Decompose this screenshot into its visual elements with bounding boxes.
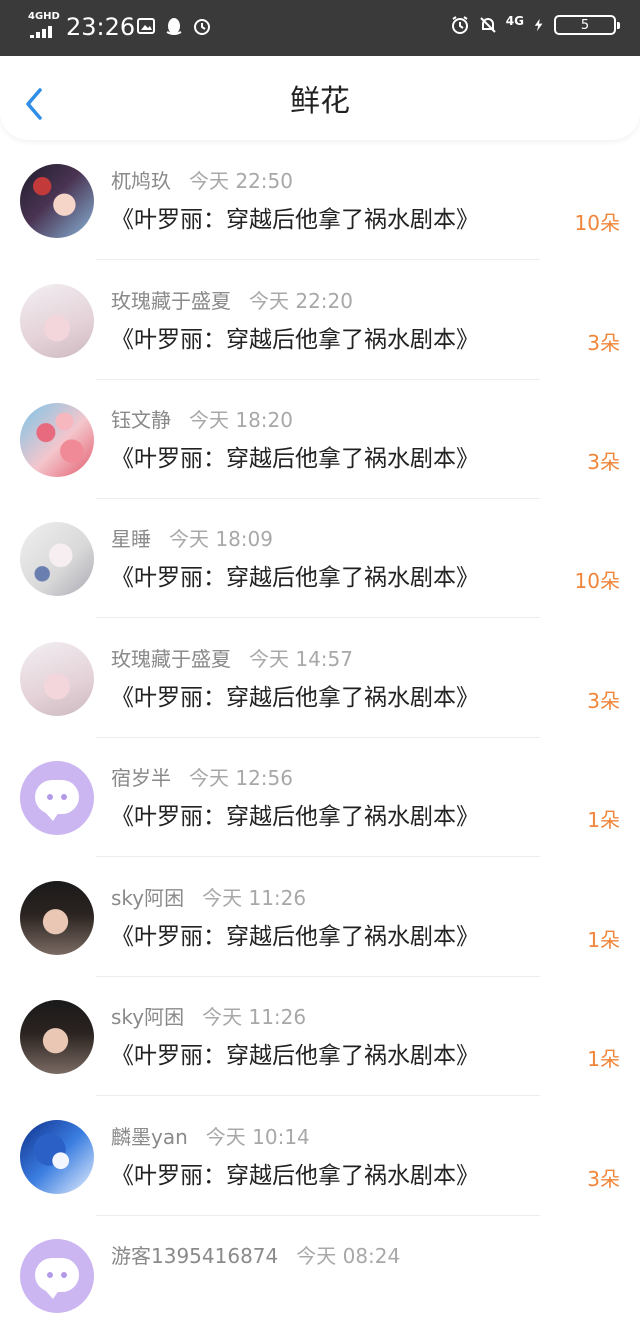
- sender-line: 宿岁半 今天 12:56: [111, 765, 293, 791]
- flower-count: 1朵: [587, 808, 620, 832]
- list-item[interactable]: 钰文静 今天 18:20 《叶罗丽：穿越后他拿了祸水剧本》 3朵: [0, 379, 640, 499]
- sent-time: 今天 18:20: [189, 408, 293, 432]
- list-item[interactable]: sky阿困 今天 11:26 《叶罗丽：穿越后他拿了祸水剧本》 1朵: [0, 976, 640, 1096]
- mobile-network-label: 4G: [505, 14, 524, 28]
- sent-time: 今天 12:56: [189, 766, 293, 790]
- avatar[interactable]: [20, 881, 94, 955]
- sender-name: 玫瑰藏于盛夏: [111, 289, 231, 313]
- alarm-clock-icon: [194, 19, 210, 35]
- list-item[interactable]: 麟墨yan 今天 10:14 《叶罗丽：穿越后他拿了祸水剧本》 3朵: [0, 1096, 640, 1216]
- sender-name: 玫瑰藏于盛夏: [111, 647, 231, 671]
- sender-name: 游客1395416874: [111, 1244, 279, 1268]
- sender-line: 玫瑰藏于盛夏 今天 14:57: [111, 646, 353, 672]
- list-item[interactable]: sky阿困 今天 11:26 《叶罗丽：穿越后他拿了祸水剧本》 1朵: [0, 857, 640, 977]
- list-item[interactable]: 宿岁半 今天 12:56 《叶罗丽：穿越后他拿了祸水剧本》 1朵: [0, 737, 640, 857]
- status-time: 23:26: [66, 13, 136, 41]
- book-title: 《叶罗丽：穿越后他拿了祸水剧本》: [111, 685, 479, 711]
- flower-count: 3朵: [587, 1167, 620, 1191]
- qq-penguin-icon: [166, 18, 182, 35]
- sender-line: 星睡 今天 18:09: [111, 526, 273, 552]
- avatar[interactable]: [20, 1120, 94, 1194]
- status-bar: 4GHD 23:26 4G 5: [0, 0, 640, 56]
- avatar[interactable]: [20, 1000, 94, 1074]
- sender-name: 麟墨yan: [111, 1125, 188, 1149]
- sender-name: 宿岁半: [111, 766, 171, 790]
- book-title: 《叶罗丽：穿越后他拿了祸水剧本》: [111, 924, 479, 950]
- signal-strength-icon: [30, 26, 52, 38]
- flower-count: 3朵: [587, 450, 620, 474]
- sender-name: sky阿困: [111, 886, 185, 910]
- status-notification-icons: [136, 16, 212, 36]
- sent-time: 今天 22:50: [189, 169, 293, 193]
- mute-bell-icon: [480, 17, 496, 33]
- list-item[interactable]: 杌鸠玖 今天 22:50 《叶罗丽：穿越后他拿了祸水剧本》 10朵: [0, 140, 640, 260]
- avatar[interactable]: [20, 642, 94, 716]
- sender-line: sky阿困 今天 11:26: [111, 1004, 306, 1030]
- list-item[interactable]: 星睡 今天 18:09 《叶罗丽：穿越后他拿了祸水剧本》 10朵: [0, 498, 640, 618]
- page-title: 鲜花: [290, 84, 350, 119]
- sender-line: sky阿困 今天 11:26: [111, 885, 306, 911]
- flower-count: 10朵: [574, 211, 620, 235]
- sender-line: 玫瑰藏于盛夏 今天 22:20: [111, 288, 353, 314]
- status-right-icons: 4G 5: [450, 14, 620, 35]
- battery-icon: 5: [554, 15, 620, 35]
- sender-name: 杌鸠玖: [111, 169, 171, 193]
- default-avatar-chat-icon: [35, 780, 79, 821]
- sender-line: 游客1395416874 今天 08:24: [111, 1243, 400, 1269]
- flower-count: 1朵: [587, 928, 620, 952]
- book-title: 《叶罗丽：穿越后他拿了祸水剧本》: [111, 1163, 479, 1189]
- sender-line: 钰文静 今天 18:20: [111, 407, 293, 433]
- book-title: 《叶罗丽：穿越后他拿了祸水剧本》: [111, 1043, 479, 1069]
- flower-count: 1朵: [587, 1047, 620, 1071]
- sent-time: 今天 11:26: [202, 1005, 307, 1029]
- sender-line: 杌鸠玖 今天 22:50: [111, 168, 293, 194]
- book-title: 《叶罗丽：穿越后他拿了祸水剧本》: [111, 327, 479, 353]
- avatar[interactable]: [20, 164, 94, 238]
- sent-time: 今天 18:09: [169, 527, 273, 551]
- book-title: 《叶罗丽：穿越后他拿了祸水剧本》: [111, 565, 479, 591]
- avatar[interactable]: [20, 284, 94, 358]
- avatar[interactable]: [20, 403, 94, 477]
- avatar[interactable]: [20, 761, 94, 835]
- flower-count: 10朵: [574, 569, 620, 593]
- sender-line: 麟墨yan 今天 10:14: [111, 1124, 310, 1150]
- network-tag: 4GHD: [28, 11, 60, 22]
- avatar[interactable]: [20, 1239, 94, 1313]
- battery-level: 5: [580, 18, 590, 33]
- sent-time: 今天 22:20: [249, 289, 353, 313]
- book-title: 《叶罗丽：穿越后他拿了祸水剧本》: [111, 446, 479, 472]
- sent-time: 今天 11:26: [202, 886, 307, 910]
- sent-time: 今天 14:57: [249, 647, 353, 671]
- charging-icon: [534, 18, 543, 32]
- book-title: 《叶罗丽：穿越后他拿了祸水剧本》: [111, 804, 479, 830]
- list-item[interactable]: 玫瑰藏于盛夏 今天 14:57 《叶罗丽：穿越后他拿了祸水剧本》 3朵: [0, 618, 640, 738]
- flower-count: 3朵: [587, 689, 620, 713]
- sent-time: 今天 10:14: [205, 1125, 310, 1149]
- sender-name: 钰文静: [111, 408, 171, 432]
- alarm-icon: [451, 16, 468, 34]
- avatar[interactable]: [20, 522, 94, 596]
- book-title: 《叶罗丽：穿越后他拿了祸水剧本》: [111, 207, 479, 233]
- sender-name: sky阿困: [111, 1005, 185, 1029]
- list-item[interactable]: 玫瑰藏于盛夏 今天 22:20 《叶罗丽：穿越后他拿了祸水剧本》 3朵: [0, 260, 640, 380]
- image-icon: [137, 18, 155, 34]
- signal-area: 4GHD: [28, 12, 68, 42]
- sent-time: 今天 08:24: [296, 1244, 401, 1268]
- flower-count: 3朵: [587, 331, 620, 355]
- default-avatar-chat-icon: [35, 1258, 79, 1299]
- page-header: 鲜花: [0, 56, 640, 140]
- list-item[interactable]: 游客1395416874 今天 08:24: [0, 1215, 640, 1335]
- sender-name: 星睡: [111, 527, 151, 551]
